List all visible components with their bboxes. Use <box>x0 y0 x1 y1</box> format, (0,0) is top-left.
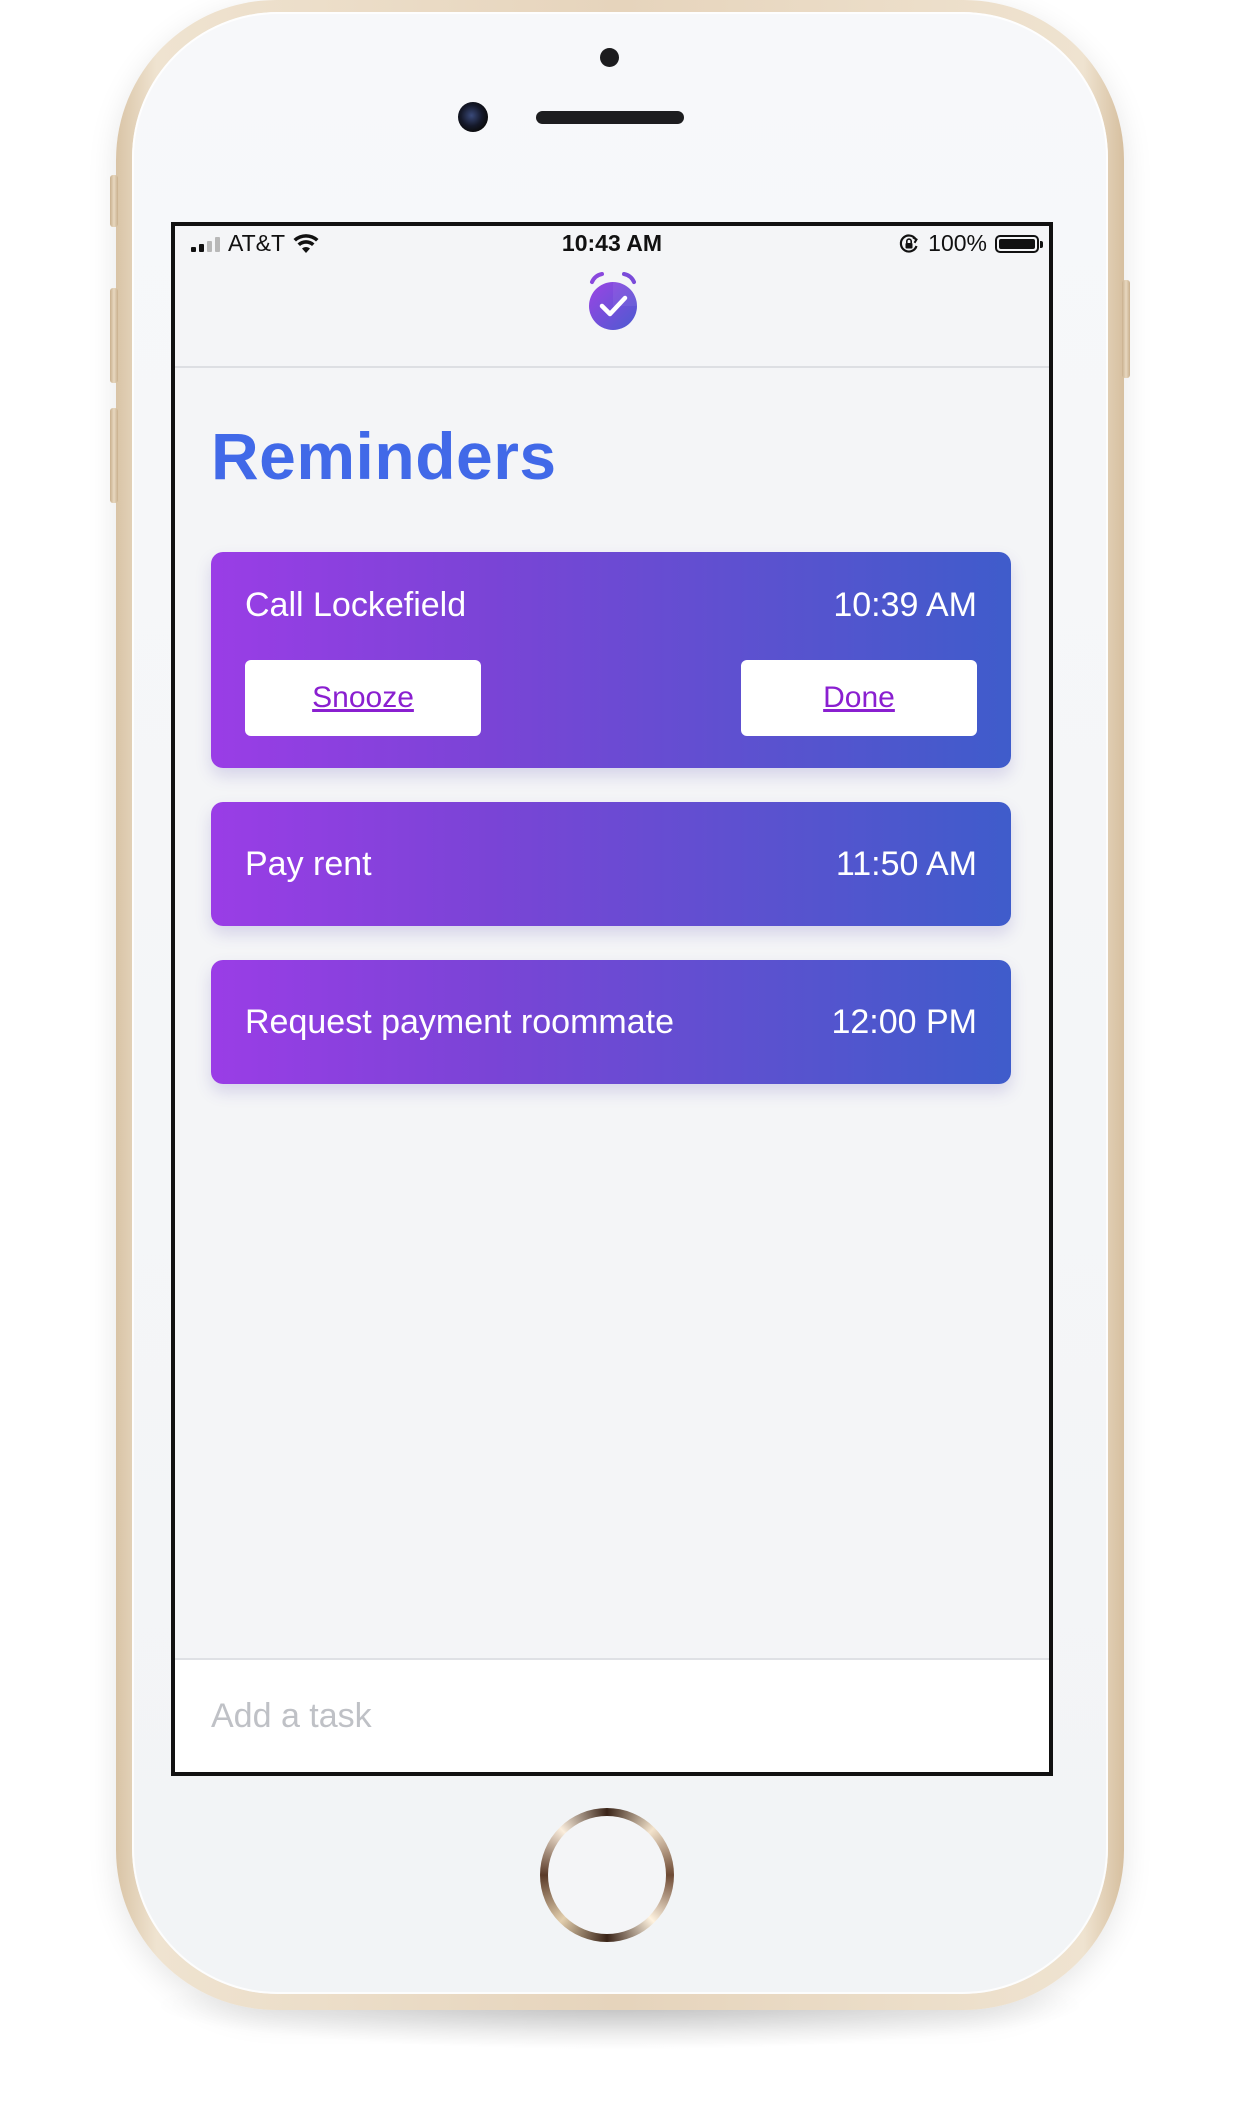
volume-up-button <box>110 288 118 383</box>
battery-icon <box>995 234 1043 253</box>
page-title: Reminders <box>211 419 557 493</box>
reminder-title: Request payment roommate <box>245 1003 674 1041</box>
reminder-title: Pay rent <box>245 845 372 883</box>
home-button[interactable] <box>540 1808 674 1942</box>
battery-percent: 100% <box>928 230 987 256</box>
snooze-button[interactable]: Snooze <box>245 660 481 736</box>
power-button <box>1122 280 1130 378</box>
reminder-time: 11:50 AM <box>835 845 977 883</box>
add-task-bar <box>175 1658 1049 1772</box>
status-bar: AT&T 10:43 AM 100% <box>175 226 1049 260</box>
orientation-lock-icon <box>899 233 919 253</box>
battery-level <box>999 238 1035 249</box>
front-camera <box>458 102 488 132</box>
earpiece-speaker <box>536 111 684 124</box>
app-screen: AT&T 10:43 AM 100% Reminders Call Lockef… <box>171 222 1053 1776</box>
proximity-sensor <box>600 48 619 67</box>
volume-down-button <box>110 408 118 503</box>
reminder-time: 10:39 AM <box>833 586 977 624</box>
status-right: 100% <box>898 230 1043 257</box>
app-header <box>175 260 1049 368</box>
reminder-time: 12:00 PM <box>831 1003 977 1041</box>
alarm-clock-check-icon <box>589 272 637 330</box>
reminder-title: Call Lockefield <box>245 586 467 624</box>
home-button-face[interactable] <box>548 1816 666 1934</box>
reminder-card[interactable]: Request payment roommate 12:00 PM <box>211 960 1011 1084</box>
mute-switch <box>110 175 118 227</box>
reminder-card[interactable]: Call Lockefield 10:39 AM Snooze Done <box>211 552 1011 768</box>
done-button[interactable]: Done <box>741 660 977 736</box>
reminder-card[interactable]: Pay rent 11:50 AM <box>211 802 1011 926</box>
add-task-input[interactable] <box>211 1686 1011 1746</box>
